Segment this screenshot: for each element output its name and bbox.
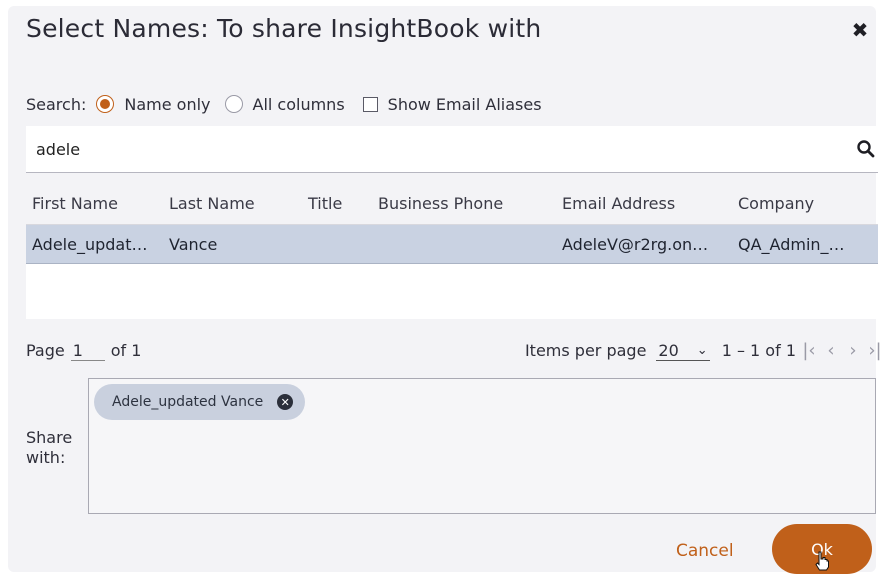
cancel-button[interactable]: Cancel — [676, 541, 734, 561]
hand-cursor-icon — [815, 551, 829, 571]
next-page-icon[interactable]: › — [844, 340, 862, 361]
pager-controls: Items per page 20 ⌄ 1 – 1 of 1 |‹ ‹ › ›| — [525, 340, 883, 361]
radio-name-only-label[interactable]: Name only — [124, 95, 210, 114]
share-with-text: Share with: — [26, 428, 73, 467]
chevron-down-icon: ⌄ — [696, 342, 708, 358]
page-of-label: of 1 — [110, 341, 142, 360]
page-label: Page — [26, 341, 65, 360]
results-table: First Name Last Name Title Business Phon… — [26, 182, 878, 319]
page-indicator: Page of 1 — [26, 340, 141, 361]
items-per-page-label: Items per page — [524, 341, 647, 360]
radio-name-only[interactable] — [96, 95, 115, 113]
share-dialog: Select Names: To share InsightBook with … — [8, 6, 882, 574]
cell-first-name: Adele_updat… — [32, 234, 148, 254]
col-email-address[interactable]: Email Address — [556, 194, 732, 213]
col-first-name[interactable]: First Name — [26, 194, 163, 213]
table-row[interactable]: Adele_updat… Vance AdeleV@r2rg.on… QA_Ad… — [26, 225, 878, 264]
page-range: 1 – 1 of 1 — [721, 341, 796, 360]
page-number-input[interactable] — [70, 340, 105, 361]
close-icon[interactable]: ✖ — [851, 18, 869, 42]
col-last-name[interactable]: Last Name — [163, 194, 302, 213]
show-email-aliases-checkbox[interactable] — [362, 96, 378, 112]
dialog-title: Select Names: To share InsightBook with — [26, 14, 542, 43]
last-page-icon[interactable]: ›| — [866, 340, 883, 361]
col-business-phone[interactable]: Business Phone — [372, 194, 556, 213]
search-options: Search: Name only All columns Show Email… — [26, 92, 542, 116]
col-title[interactable]: Title — [302, 194, 372, 213]
recipient-chip-label: Adele_updated Vance — [112, 394, 264, 410]
cell-last-name: Vance — [169, 234, 218, 254]
radio-all-columns[interactable] — [224, 95, 243, 113]
cell-company: QA_Admin_… — [738, 234, 845, 254]
search-input[interactable] — [34, 136, 838, 162]
table-header: First Name Last Name Title Business Phon… — [26, 182, 878, 225]
col-company[interactable]: Company — [732, 194, 878, 213]
cell-email: AdeleV@r2rg.on… — [562, 234, 709, 254]
pager: Page of 1 Items per page 20 ⌄ 1 – 1 of 1… — [26, 336, 882, 366]
remove-chip-icon[interactable]: ✕ — [277, 394, 294, 410]
radio-selected-dot — [100, 99, 111, 109]
items-per-page-select[interactable]: 20 ⌄ — [656, 340, 710, 361]
radio-all-columns-label[interactable]: All columns — [253, 95, 345, 114]
search-icon[interactable] — [856, 139, 876, 159]
share-with-box[interactable]: Adele_updated Vance ✕ — [88, 378, 876, 514]
search-label: Search: — [26, 94, 87, 114]
prev-page-icon[interactable]: ‹ — [822, 340, 840, 361]
items-per-page-value: 20 — [658, 340, 679, 360]
recipient-chip: Adele_updated Vance ✕ — [94, 384, 306, 420]
table-empty-area — [26, 264, 878, 319]
first-page-icon[interactable]: |‹ — [800, 340, 818, 361]
search-field — [26, 126, 878, 173]
share-with-label: Share with: — [26, 428, 86, 468]
show-email-aliases-label[interactable]: Show Email Aliases — [388, 95, 542, 114]
